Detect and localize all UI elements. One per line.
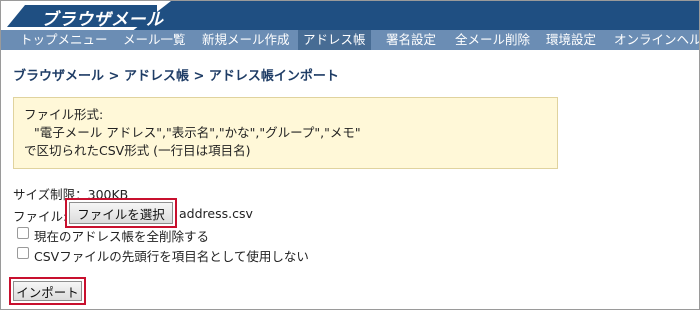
skip-header-checkbox[interactable] <box>17 247 29 259</box>
nav-item-mail-list[interactable]: メール一覧 <box>118 30 191 50</box>
nav-item-delete-all-mail[interactable]: 全メール削除 <box>450 30 535 50</box>
nav-item-top-menu[interactable]: トップメニュー <box>15 30 113 50</box>
main-nav: トップメニュー メール一覧 新規メール作成 アドレス帳 署名設定 全メール削除 … <box>1 30 699 50</box>
delete-all-checkbox[interactable] <box>17 227 29 239</box>
file-name: address.csv <box>179 206 253 221</box>
file-format-info: ファイル形式: "電子メール アドレス","表示名","かな","グループ","… <box>13 97 558 169</box>
browser-mail-window: ブラウザメール トップメニュー メール一覧 新規メール作成 アドレス帳 署名設定… <box>0 0 700 310</box>
app-title: ブラウザメール <box>41 10 164 30</box>
app-header: ブラウザメール <box>1 1 699 30</box>
breadcrumb: ブラウザメール > アドレス帳 > アドレス帳インポート <box>13 69 339 84</box>
nav-item-online-help[interactable]: オンラインヘルプ <box>609 30 699 50</box>
nav-item-new-mail[interactable]: 新規メール作成 <box>197 30 295 50</box>
info-heading: ファイル形式: <box>24 107 104 122</box>
info-description: で区切られたCSV形式 (一行目は項目名) <box>24 143 251 158</box>
choose-file-button[interactable]: ファイルを選択 <box>69 202 173 224</box>
info-format: "電子メール アドレス","表示名","かな","グループ","メモ" <box>34 125 361 140</box>
nav-item-address-book[interactable]: アドレス帳 <box>298 30 371 50</box>
nav-item-settings[interactable]: 環境設定 <box>541 30 601 50</box>
delete-all-label[interactable]: 現在のアドレス帳を全削除する <box>34 226 209 245</box>
nav-item-signature[interactable]: 署名設定 <box>381 30 441 50</box>
import-button[interactable]: インポート <box>13 281 82 301</box>
skip-header-label[interactable]: CSVファイルの先頭行を項目名として使用しない <box>34 246 309 265</box>
file-label: ファイル: <box>13 209 68 224</box>
